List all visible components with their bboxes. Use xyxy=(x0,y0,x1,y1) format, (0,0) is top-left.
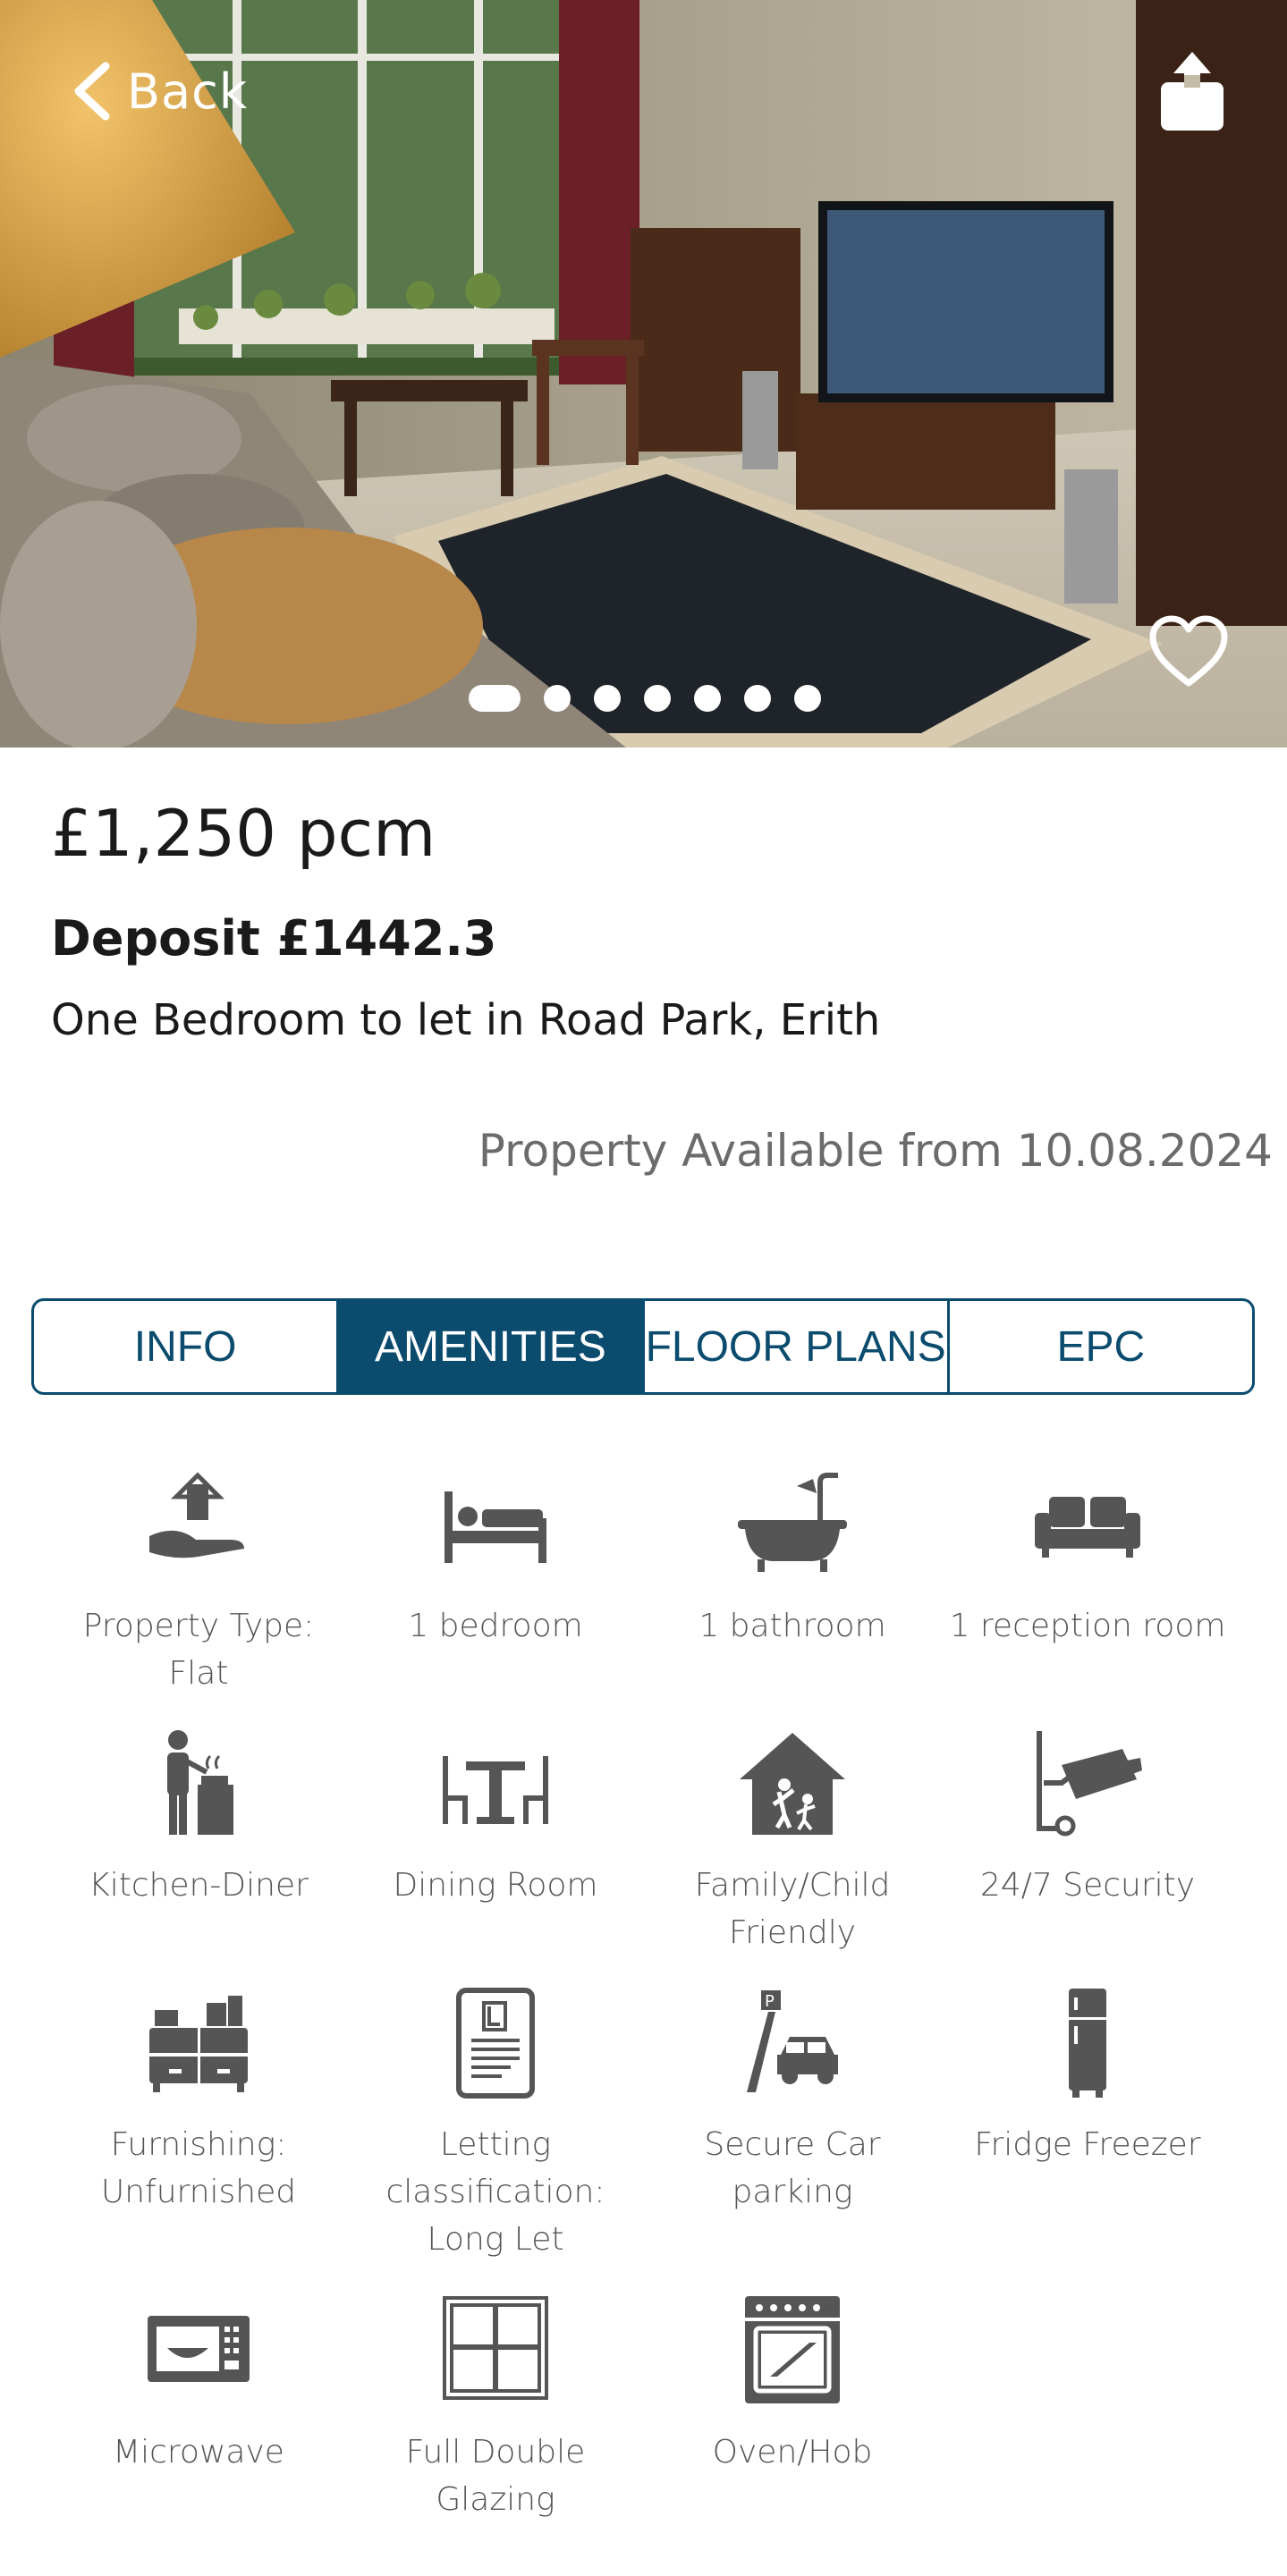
amenity-glazing: Full Double Glazing xyxy=(347,2293,644,2523)
svg-text:P: P xyxy=(765,1992,775,2011)
amenity-label: Kitchen-Diner xyxy=(89,1867,309,1904)
amenity-property-type: Property Type: Flat xyxy=(50,1466,347,1697)
amenity-microwave: Microwave xyxy=(50,2293,347,2476)
amenity-label: Full Double Glazing xyxy=(405,2434,586,2518)
property-type-icon xyxy=(149,1472,244,1558)
amenity-label: Family/Child Friendly xyxy=(694,1867,891,1951)
amenity-label: Property Type: Flat xyxy=(82,1608,315,1692)
tab-floor-plans[interactable]: FLOOR PLANS xyxy=(645,1301,950,1392)
amenity-security: 24/7 Security xyxy=(939,1726,1236,1909)
sofa-icon xyxy=(1035,1497,1140,1558)
chevron-left-icon xyxy=(74,62,110,121)
tab-amenities[interactable]: AMENITIES xyxy=(339,1301,645,1392)
amenity-oven: Oven/Hob xyxy=(644,2293,941,2476)
amenity-label: 1 reception room xyxy=(949,1608,1226,1644)
amenity-bedroom: 1 bedroom xyxy=(347,1466,644,1650)
amenity-label: 24/7 Security xyxy=(979,1867,1196,1904)
car-parking-icon: P xyxy=(747,1990,838,2092)
carousel-dot[interactable] xyxy=(644,685,671,712)
carousel-dots[interactable] xyxy=(469,685,821,712)
microwave-icon xyxy=(148,2316,250,2382)
carousel-dot[interactable] xyxy=(594,685,621,712)
tab-info[interactable]: INFO xyxy=(34,1301,340,1392)
amenity-family: Family/Child Friendly xyxy=(644,1726,941,1956)
kitchen-icon xyxy=(167,1730,233,1835)
fridge-icon xyxy=(1069,1989,1106,2098)
amenity-kitchen: Kitchen-Diner xyxy=(50,1726,347,1909)
amenity-label: Furnishing: Unfurnished xyxy=(100,2126,297,2210)
amenity-label: Fridge Freezer xyxy=(974,2126,1201,2163)
listing-title: One Bedroom to let in Road Park, Erith xyxy=(51,995,881,1045)
tab-epc[interactable]: EPC xyxy=(950,1301,1252,1392)
furniture-icon xyxy=(149,1996,248,2092)
deposit: Deposit £1442.3 xyxy=(51,910,497,967)
amenity-label: 1 bathroom xyxy=(699,1608,886,1644)
property-photo-carousel[interactable]: Back xyxy=(0,0,1287,747)
back-label: Back xyxy=(127,63,249,120)
amenity-label: 1 bedroom xyxy=(408,1608,583,1644)
security-camera-icon xyxy=(1037,1731,1142,1837)
amenity-parking: P Secure Car parking xyxy=(644,1985,941,2216)
amenity-dining: Dining Room xyxy=(347,1726,644,1909)
share-icon[interactable] xyxy=(1157,52,1227,134)
dining-table-icon xyxy=(443,1756,548,1824)
amenity-bathroom: 1 bathroom xyxy=(644,1466,941,1650)
amenity-fridge: Fridge Freezer xyxy=(939,1985,1236,2168)
carousel-dot[interactable] xyxy=(744,685,771,712)
amenity-label: Microwave xyxy=(113,2434,284,2470)
availability-date: Property Available from 10.08.2024 xyxy=(478,1125,1273,1177)
bed-icon xyxy=(445,1491,546,1563)
bathtub-icon xyxy=(738,1473,847,1572)
oven-icon xyxy=(745,2296,840,2403)
amenity-furnishing: Furnishing: Unfurnished xyxy=(50,1985,347,2216)
carousel-dot[interactable] xyxy=(544,685,571,712)
amenity-label: Secure Car parking xyxy=(704,2126,881,2210)
price: £1,250 pcm xyxy=(51,796,436,871)
carousel-dot[interactable] xyxy=(794,685,821,712)
carousel-dot[interactable] xyxy=(694,685,721,712)
family-house-icon xyxy=(740,1733,845,1835)
letting-document-icon xyxy=(456,1988,535,2099)
back-button[interactable]: Back xyxy=(72,61,248,122)
amenity-letting: Letting classification: Long Let xyxy=(347,1985,644,2263)
amenity-reception: 1 reception room xyxy=(939,1466,1236,1650)
carousel-dot[interactable] xyxy=(469,685,521,712)
amenity-label: Dining Room xyxy=(393,1867,598,1904)
detail-tabs: INFO AMENITIES FLOOR PLANS EPC xyxy=(31,1298,1255,1395)
window-icon xyxy=(443,2296,548,2400)
amenity-label: Letting classification: Long Let xyxy=(385,2126,605,2258)
heart-icon[interactable] xyxy=(1147,613,1230,688)
amenity-label: Oven/Hob xyxy=(712,2434,873,2470)
